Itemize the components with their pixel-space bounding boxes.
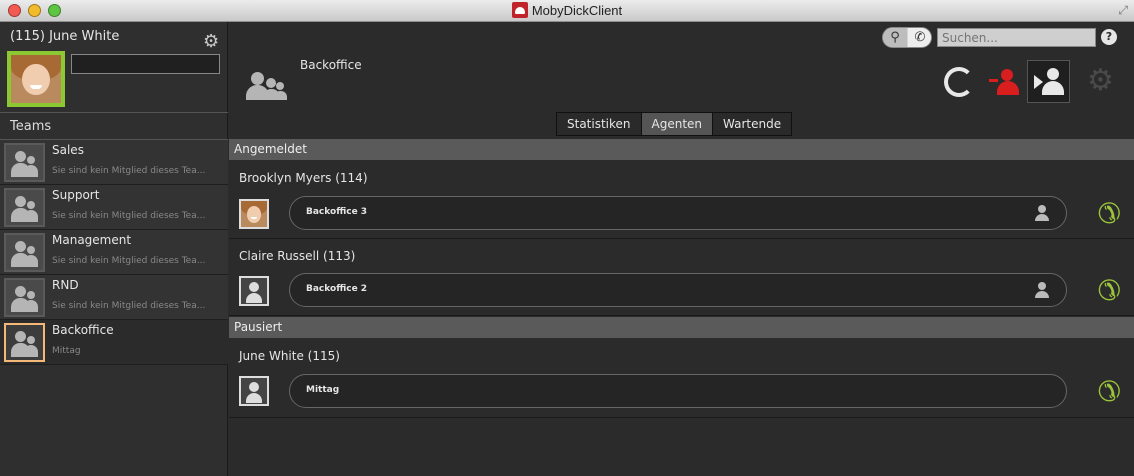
team-name: Sales	[52, 143, 84, 157]
team-item-backoffice[interactable]: Backoffice Mittag	[0, 320, 228, 365]
agent-name: Brooklyn Myers (114)	[239, 171, 368, 185]
agent-row: June White (115) Mittag ✆	[229, 338, 1134, 418]
line-name: Backoffice 2	[306, 284, 368, 294]
user-settings-gear-icon[interactable]: ⚙	[203, 33, 219, 51]
team-settings-gear-icon[interactable]: ⚙	[1087, 66, 1114, 96]
line-name: Mittag	[306, 385, 340, 395]
tab-wartende[interactable]: Wartende	[713, 113, 792, 135]
agent-row: Brooklyn Myers (114) Backoffice 3 ✆	[229, 160, 1134, 239]
refresh-icon[interactable]	[944, 67, 974, 97]
team-name: RND	[52, 278, 79, 292]
team-item-support[interactable]: Support Sie sind kein Mitglied dieses Te…	[0, 185, 228, 230]
call-phone-icon[interactable]: ✆	[1085, 374, 1121, 410]
fullscreen-icon[interactable]: ⤢	[1118, 3, 1128, 18]
agent-line-pill[interactable]: Mittag	[289, 374, 1067, 408]
team-list: Sales Sie sind kein Mitglied dieses Tea.…	[0, 140, 228, 365]
search-mode-toggle[interactable]: ⚲ ✆	[882, 27, 932, 48]
section-header-pausiert: Pausiert	[229, 317, 1134, 338]
agent-line-pill[interactable]: Backoffice 2	[289, 273, 1067, 307]
team-item-sales[interactable]: Sales Sie sind kein Mitglied dieses Tea.…	[0, 140, 228, 185]
agent-row: Claire Russell (113) Backoffice 2 ✆	[229, 239, 1134, 316]
agent-line-pill[interactable]: Backoffice 3	[289, 196, 1067, 230]
login-agent-button[interactable]	[1027, 60, 1070, 103]
call-phone-icon[interactable]: ✆	[1085, 196, 1121, 232]
agent-avatar	[239, 376, 269, 406]
call-phone-icon[interactable]: ✆	[1085, 273, 1121, 309]
agent-name: Claire Russell (113)	[239, 249, 356, 263]
title-bar: MobyDickClient ⤢	[0, 0, 1134, 22]
main-panel: Backoffice ⚲ ✆ ? ⚙ Statistiken Agenten W…	[229, 22, 1134, 476]
tab-statistiken[interactable]: Statistiken	[557, 113, 642, 135]
team-subtitle: Sie sind kein Mitglied dieses Tea...	[52, 211, 206, 221]
help-icon[interactable]: ?	[1101, 29, 1117, 45]
team-subtitle: Sie sind kein Mitglied dieses Tea...	[52, 256, 206, 266]
search-input[interactable]	[937, 28, 1096, 47]
sidebar: (115) June White ⚙ Teams Sales Sie sind …	[0, 22, 228, 476]
search-icon[interactable]: ⚲	[883, 28, 907, 47]
team-subtitle: Sie sind kein Mitglied dieses Tea...	[52, 166, 206, 176]
team-name: Management	[52, 233, 132, 247]
team-title: Backoffice	[300, 58, 362, 72]
app-logo-icon	[511, 2, 528, 18]
team-name: Backoffice	[52, 323, 114, 337]
window-title-group: MobyDickClient	[0, 2, 1134, 18]
agent-avatar	[239, 276, 269, 306]
team-group-icon	[4, 233, 45, 272]
agent-avatar	[239, 199, 269, 229]
person-icon	[1034, 282, 1050, 298]
current-user-name: (115) June White	[10, 29, 120, 44]
section-header-angemeldet: Angemeldet	[229, 139, 1134, 160]
tab-agenten[interactable]: Agenten	[641, 113, 714, 135]
agent-name: June White (115)	[239, 349, 340, 363]
logout-agent-icon[interactable]	[989, 66, 1021, 98]
line-name: Backoffice 3	[306, 207, 368, 217]
person-icon	[1034, 205, 1050, 221]
team-group-icon	[4, 323, 45, 362]
team-group-icon	[4, 188, 45, 227]
team-group-icon	[4, 278, 45, 317]
phone-icon[interactable]: ✆	[908, 28, 931, 47]
teams-header: Teams	[0, 112, 228, 140]
status-message-input[interactable]	[71, 54, 220, 74]
view-tabs: Statistiken Agenten Wartende	[556, 112, 793, 136]
team-item-rnd[interactable]: RND Sie sind kein Mitglied dieses Tea...	[0, 275, 228, 320]
team-name: Support	[52, 188, 100, 202]
team-group-icon	[245, 70, 287, 100]
team-group-icon	[4, 143, 45, 182]
window-title: MobyDickClient	[531, 3, 623, 18]
current-user-avatar	[7, 51, 65, 107]
team-subtitle: Sie sind kein Mitglied dieses Tea...	[52, 301, 206, 311]
team-item-management[interactable]: Management Sie sind kein Mitglied dieses…	[0, 230, 228, 275]
team-subtitle: Mittag	[52, 346, 81, 356]
